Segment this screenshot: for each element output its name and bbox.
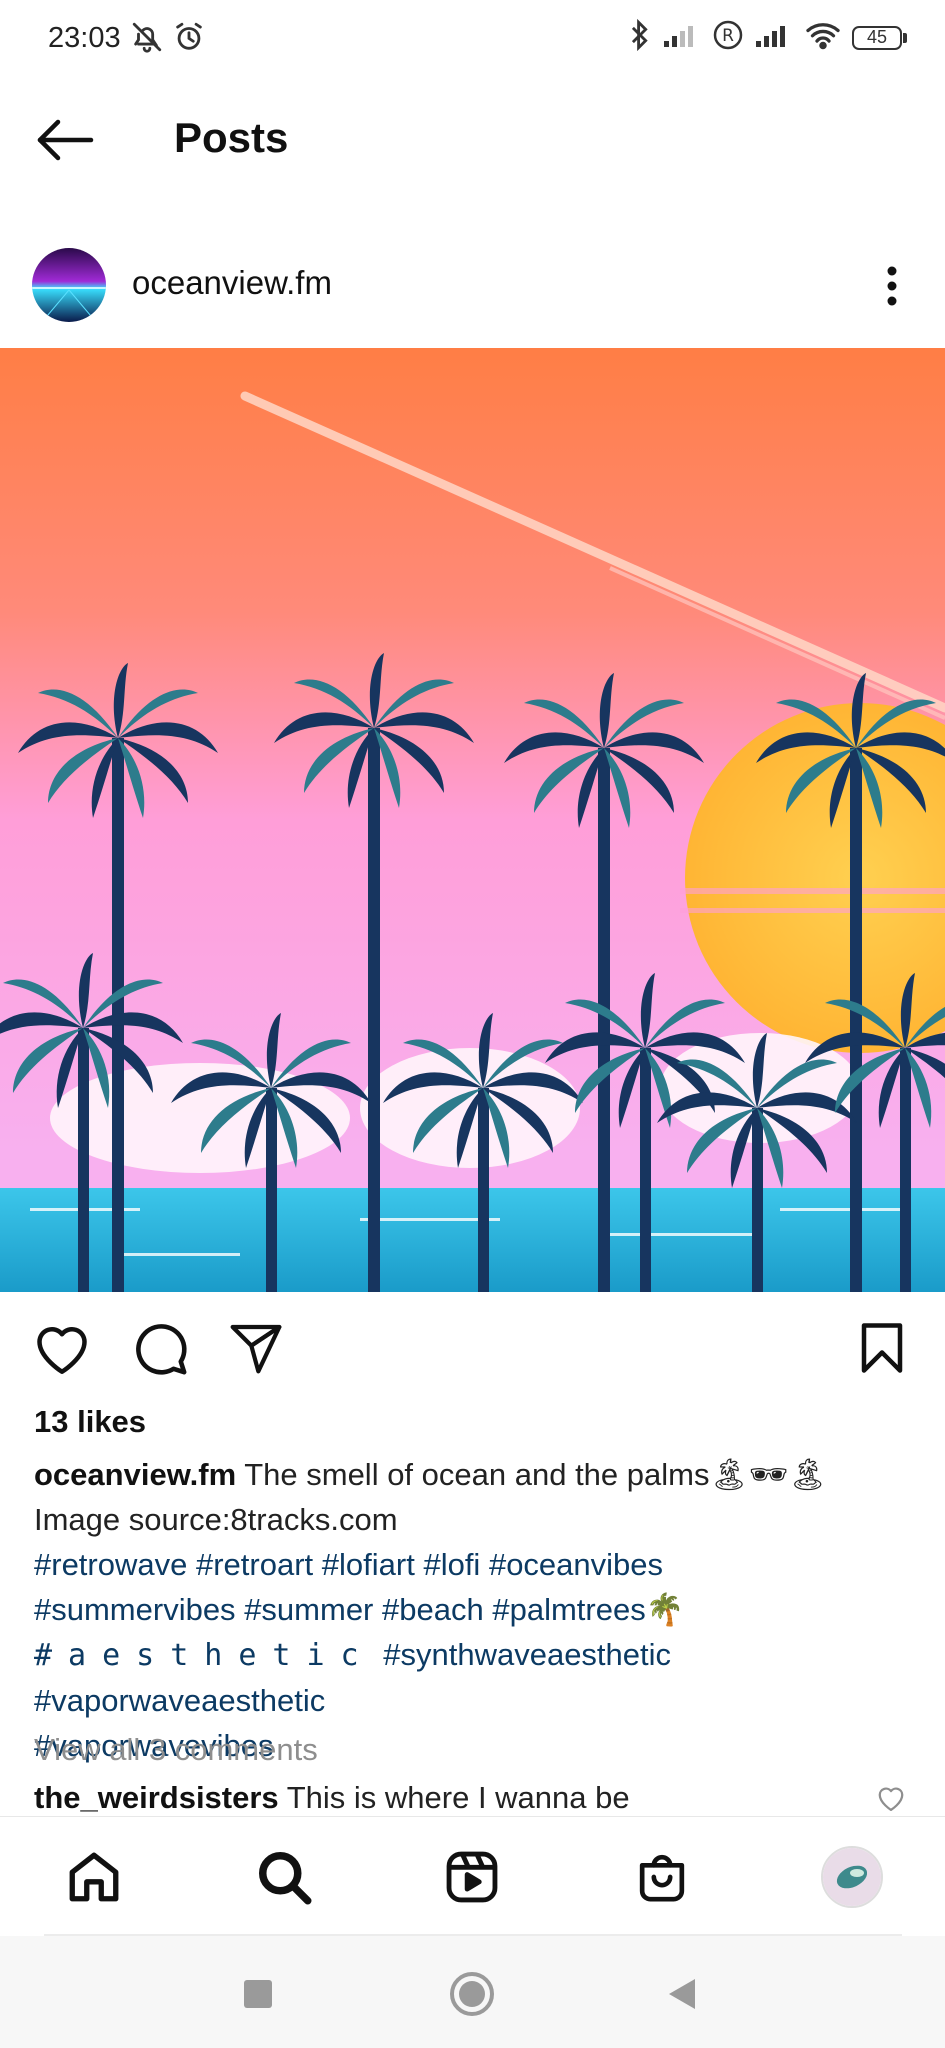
hashtag[interactable]: #retrowave bbox=[34, 1547, 187, 1582]
shopping-bag-icon bbox=[639, 1854, 685, 1902]
home-system-button[interactable] bbox=[442, 1964, 502, 2024]
nav-shop[interactable] bbox=[628, 1843, 696, 1911]
nav-home[interactable] bbox=[60, 1843, 128, 1911]
hashtag[interactable]: #lofiart bbox=[322, 1547, 415, 1582]
bottom-navigation bbox=[0, 1816, 945, 1937]
nav-profile[interactable] bbox=[818, 1843, 886, 1911]
home-icon bbox=[69, 1852, 119, 1902]
post-username[interactable]: oceanview.fm bbox=[132, 264, 332, 302]
page-title: Posts bbox=[174, 114, 289, 161]
alarm-icon bbox=[172, 20, 206, 59]
recents-button[interactable] bbox=[228, 1964, 288, 2024]
comment-icon bbox=[136, 1324, 187, 1375]
profile-avatar bbox=[821, 1846, 883, 1908]
hashtag[interactable]: #beach bbox=[382, 1592, 484, 1627]
comment-preview: the_weirdsisters This is where I wanna b… bbox=[34, 1780, 914, 1816]
square-icon bbox=[244, 1980, 272, 2008]
paper-plane-icon bbox=[230, 1324, 282, 1374]
hashtag[interactable]: #summer bbox=[244, 1592, 373, 1627]
nav-search[interactable] bbox=[250, 1843, 318, 1911]
battery-icon: 45 bbox=[852, 25, 907, 50]
wifi-icon bbox=[804, 20, 842, 55]
signal-icon bbox=[662, 21, 702, 54]
view-all-comments-link[interactable]: View all 3 comments bbox=[34, 1732, 318, 1768]
signal-icon bbox=[754, 21, 794, 54]
post-actions bbox=[0, 1310, 945, 1390]
more-options-button[interactable] bbox=[870, 262, 914, 310]
comment-text: This is where I wanna be bbox=[278, 1780, 630, 1815]
more-vertical-icon bbox=[887, 266, 897, 306]
back-system-button[interactable] bbox=[652, 1964, 712, 2024]
save-button[interactable] bbox=[850, 1316, 914, 1380]
comment-username[interactable]: the_weirdsisters bbox=[34, 1780, 279, 1815]
triangle-back-icon bbox=[669, 1979, 695, 2009]
hashtag[interactable]: #lofi bbox=[423, 1547, 480, 1582]
status-time: 23:03 bbox=[48, 22, 121, 54]
hashtag[interactable]: #summervibes bbox=[34, 1592, 236, 1627]
roaming-icon: R bbox=[712, 19, 744, 56]
svg-text:R: R bbox=[722, 26, 734, 46]
system-navigation-bar bbox=[0, 1936, 945, 2048]
reels-icon bbox=[446, 1851, 498, 1903]
comment-button[interactable] bbox=[128, 1316, 192, 1380]
bluetooth-icon bbox=[628, 18, 652, 57]
heart-icon bbox=[878, 1787, 904, 1811]
bell-off-icon bbox=[130, 20, 164, 59]
hashtag[interactable]: #palmtrees🌴 bbox=[492, 1592, 684, 1627]
circle-icon bbox=[450, 1972, 494, 2016]
battery-level: 45 bbox=[866, 27, 888, 47]
top-app-bar: Posts bbox=[0, 84, 945, 194]
avatar[interactable] bbox=[32, 248, 106, 322]
like-button[interactable] bbox=[30, 1316, 94, 1380]
post-header: oceanview.fm bbox=[0, 236, 945, 336]
hashtag[interactable]: #oceanvibes bbox=[489, 1547, 663, 1582]
likes-count[interactable]: 13 likes bbox=[34, 1404, 146, 1440]
post-image[interactable] bbox=[0, 348, 945, 1292]
heart-icon bbox=[37, 1327, 87, 1374]
arrow-left-icon bbox=[37, 119, 94, 161]
status-bar: 23:03 R 45 bbox=[0, 0, 945, 84]
comment-like-button[interactable] bbox=[872, 1780, 910, 1816]
back-button[interactable] bbox=[32, 110, 98, 170]
hashtag[interactable]: #retroart bbox=[196, 1547, 313, 1582]
share-button[interactable] bbox=[224, 1316, 288, 1380]
caption-text: The smell of ocean and the palms🏝🕶🏝 bbox=[236, 1457, 828, 1492]
bookmark-icon bbox=[861, 1323, 903, 1373]
caption-username[interactable]: oceanview.fm bbox=[34, 1457, 236, 1492]
hashtag[interactable]: #vaporwaveaesthetic bbox=[34, 1683, 325, 1718]
nav-reels[interactable] bbox=[438, 1843, 506, 1911]
caption-source: Image source:8tracks.com bbox=[34, 1502, 398, 1537]
hashtag[interactable]: #synthwaveaesthetic bbox=[383, 1637, 671, 1672]
hashtag-aesthetic[interactable]: #aesthetic bbox=[34, 1638, 375, 1673]
search-icon bbox=[259, 1852, 312, 1905]
post-caption: oceanview.fm The smell of ocean and the … bbox=[34, 1452, 914, 1768]
